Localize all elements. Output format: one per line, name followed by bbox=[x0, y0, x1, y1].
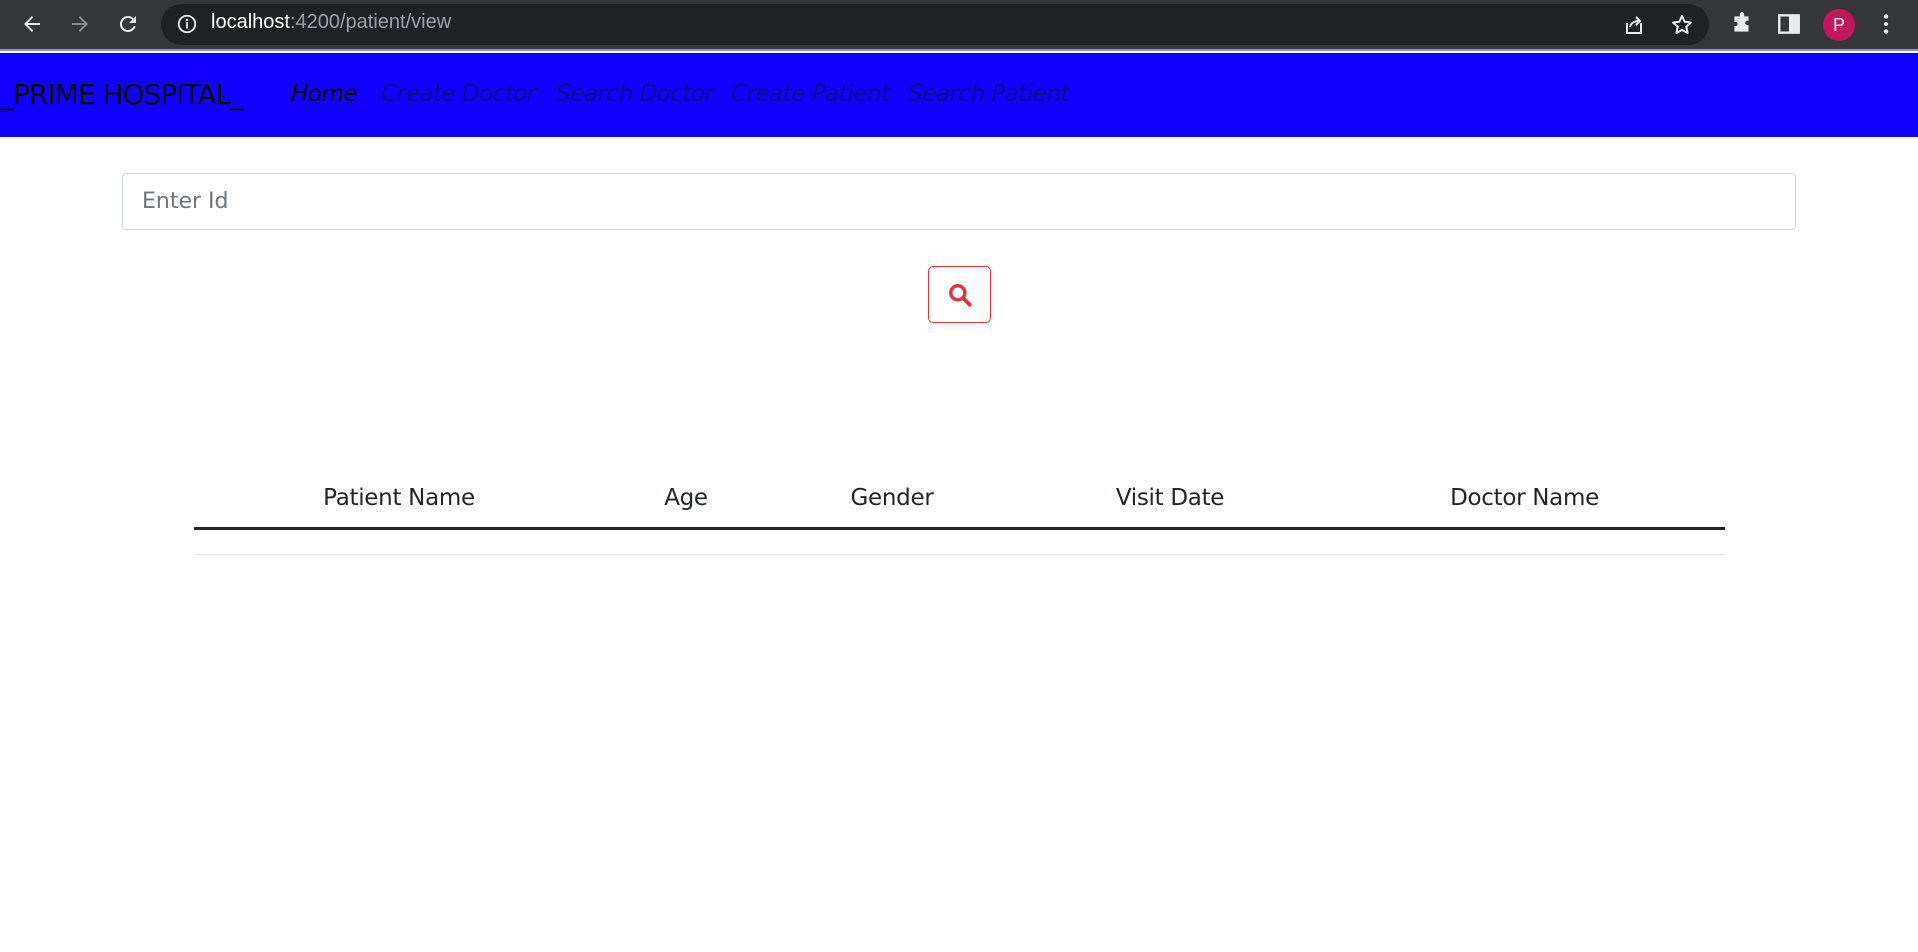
app-navbar: _PRIME HOSPITAL_ Home Create Doctor Sear… bbox=[0, 53, 1918, 137]
site-info-icon[interactable] bbox=[176, 13, 198, 35]
table-header-row: Patient Name Age Gender Visit Date Docto… bbox=[194, 470, 1725, 530]
reload-icon[interactable] bbox=[111, 7, 145, 41]
column-header-patient-name: Patient Name bbox=[194, 470, 604, 530]
browser-toolbar: localhost:4200/patient/view P bbox=[0, 0, 1918, 51]
brand-logo[interactable]: _PRIME HOSPITAL_ bbox=[0, 78, 244, 111]
column-header-visit-date: Visit Date bbox=[1016, 470, 1324, 530]
nav-link-search-patient[interactable]: Search Patient bbox=[908, 81, 1069, 107]
nav-link-search-doctor[interactable]: Search Doctor bbox=[556, 81, 714, 107]
url-text[interactable]: localhost:4200/patient/view bbox=[211, 11, 451, 34]
profile-avatar[interactable]: P bbox=[1823, 9, 1855, 41]
bookmark-star-icon[interactable] bbox=[1670, 13, 1694, 37]
column-header-doctor-name: Doctor Name bbox=[1324, 470, 1725, 530]
patient-id-input[interactable] bbox=[122, 173, 1796, 230]
share-icon[interactable] bbox=[1622, 13, 1646, 37]
patient-results-table: Patient Name Age Gender Visit Date Docto… bbox=[194, 470, 1725, 555]
nav-link-create-doctor[interactable]: Create Doctor bbox=[381, 81, 536, 107]
table-row-empty bbox=[194, 528, 1725, 555]
forward-arrow-icon[interactable] bbox=[63, 7, 97, 41]
back-arrow-icon[interactable] bbox=[15, 7, 49, 41]
column-header-age: Age bbox=[604, 470, 768, 530]
search-icon bbox=[948, 283, 972, 307]
column-header-gender: Gender bbox=[768, 470, 1016, 530]
search-button[interactable] bbox=[928, 266, 991, 323]
extensions-puzzle-icon[interactable] bbox=[1729, 11, 1755, 37]
side-panel-icon[interactable] bbox=[1776, 11, 1802, 37]
nav-link-home[interactable]: Home bbox=[291, 81, 357, 107]
nav-link-create-patient[interactable]: Create Patient bbox=[731, 81, 890, 107]
more-menu-icon[interactable] bbox=[1873, 11, 1899, 37]
